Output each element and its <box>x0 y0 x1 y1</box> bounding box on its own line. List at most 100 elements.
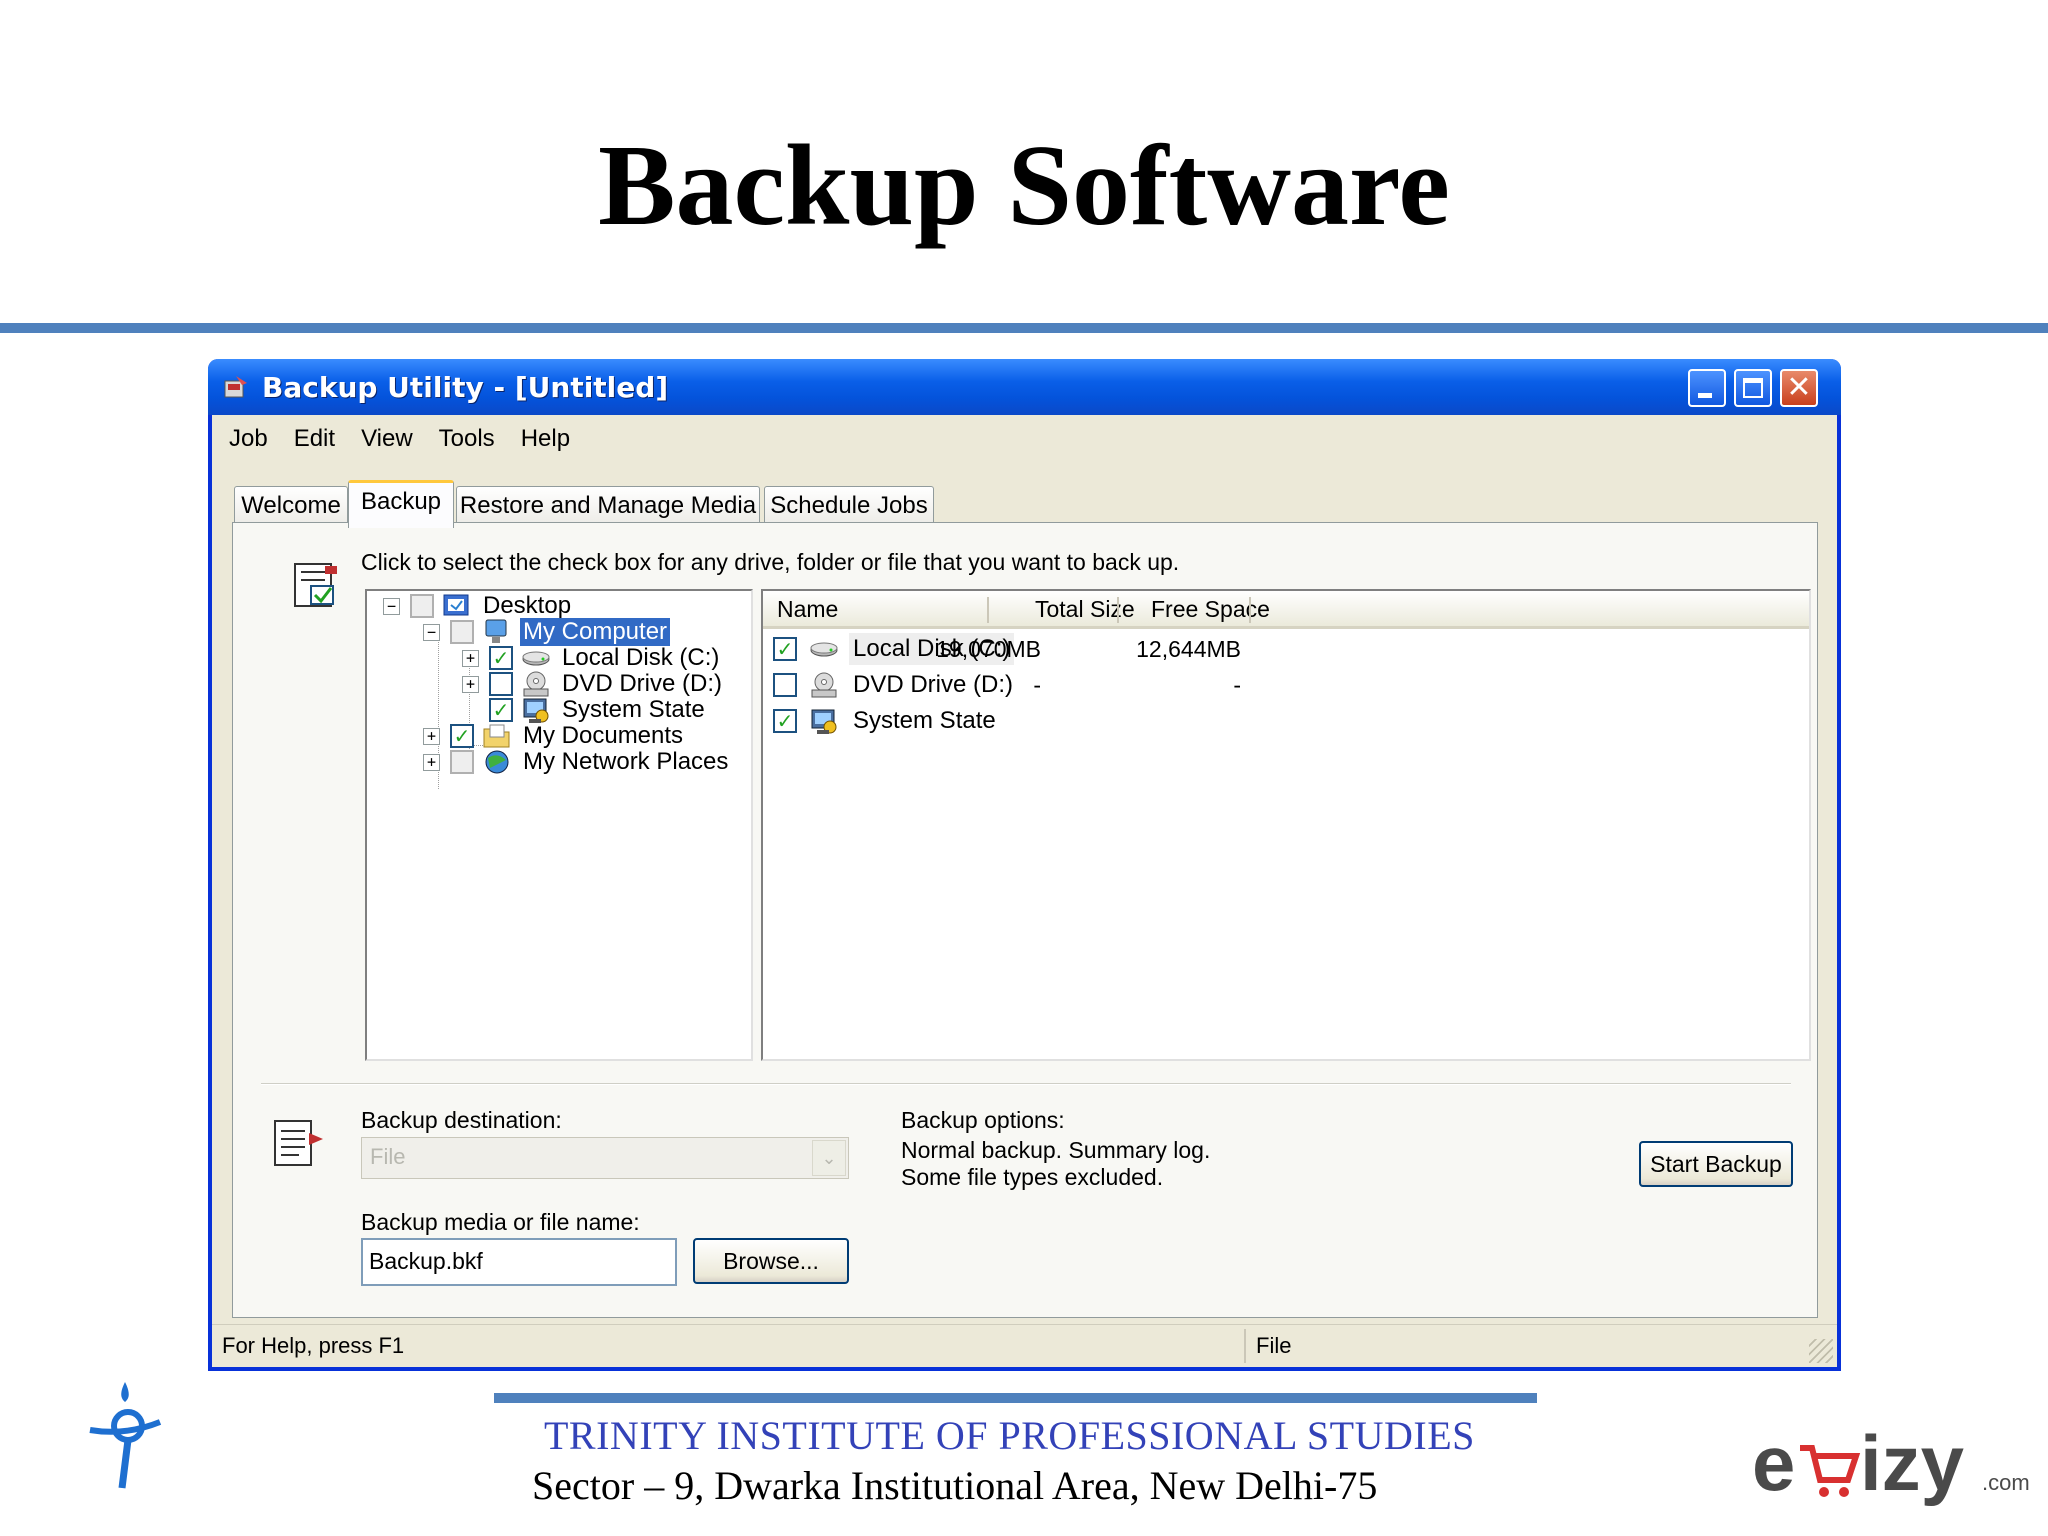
instructions-text: Click to select the check box for any dr… <box>361 549 1180 575</box>
expand-icon[interactable]: + <box>423 753 440 771</box>
list-free-space: 12,644MB <box>1136 636 1241 662</box>
ebizy-logo: e izy .com <box>1752 1419 2030 1507</box>
menu-help[interactable]: Help <box>511 421 580 457</box>
backup-utility-window: Backup Utility - [Untitled] ✕ Job Edit V… <box>208 359 1841 1371</box>
network-icon <box>485 750 509 774</box>
menu-tools[interactable]: Tools <box>429 421 505 457</box>
maximize-icon <box>1743 378 1763 398</box>
expand-icon[interactable]: + <box>462 675 479 693</box>
footer-address: Sector – 9, Dwarka Institutional Area, N… <box>532 1463 1378 1508</box>
institute-logo <box>89 1382 162 1489</box>
browse-button[interactable]: Browse... <box>693 1238 849 1284</box>
backup-media-file-input[interactable]: Backup.bkf <box>361 1238 677 1286</box>
tree-checkbox-desktop[interactable] <box>410 594 434 618</box>
dvd-drive-icon <box>523 671 549 697</box>
title-rule <box>0 323 2048 333</box>
list-checkbox[interactable]: ✓ <box>773 709 797 733</box>
expand-icon[interactable]: + <box>462 649 479 667</box>
status-divider <box>1244 1329 1246 1363</box>
title-bar[interactable]: Backup Utility - [Untitled] ✕ <box>208 359 1841 415</box>
system-state-icon <box>811 709 837 734</box>
list-checkbox[interactable]: ✓ <box>773 637 797 661</box>
maximize-button[interactable] <box>1734 369 1772 407</box>
tree-checkbox-dvd-drive[interactable] <box>489 672 513 696</box>
list-row[interactable]: ✓ Local Disk (C:) 19,070MB 12,644MB <box>773 633 1793 665</box>
tree-checkbox-my-computer[interactable] <box>450 620 474 644</box>
list-free-space: - <box>1233 672 1241 698</box>
list-total-size: - <box>1033 672 1041 698</box>
resize-grip-icon[interactable] <box>1809 1339 1833 1363</box>
column-divider[interactable] <box>987 597 989 623</box>
tree-checkbox-my-documents[interactable]: ✓ <box>450 724 474 748</box>
backup-tab-panel: Click to select the check box for any dr… <box>232 522 1818 1318</box>
backup-app-icon <box>224 376 247 398</box>
backup-destination-select[interactable]: File ⌄ <box>361 1137 849 1179</box>
column-divider[interactable] <box>1117 597 1119 623</box>
chevron-down-icon[interactable]: ⌄ <box>812 1140 846 1176</box>
close-icon: ✕ <box>1786 370 1812 405</box>
menu-edit[interactable]: Edit <box>284 421 345 457</box>
backup-destination-icon <box>274 1120 323 1166</box>
backup-options-summary: Normal backup. Summary log. <box>901 1137 1211 1163</box>
menu-job[interactable]: Job <box>212 421 278 457</box>
system-state-icon <box>523 698 549 723</box>
tree-label: My Network Places <box>523 748 729 775</box>
contents-list[interactable]: Name Total Size Free Space ✓ Local Disk … <box>761 589 1811 1061</box>
column-header-name[interactable]: Name <box>777 591 838 629</box>
minimize-icon <box>1698 393 1712 398</box>
folder-tree[interactable]: − Desktop − My Computer + ✓ Local Disk (… <box>365 589 753 1061</box>
column-divider[interactable] <box>1249 597 1251 623</box>
svg-text:e: e <box>1752 1419 1795 1507</box>
section-divider <box>261 1083 1791 1085</box>
list-total-size: 19,070MB <box>936 636 1041 662</box>
hard-disk-icon <box>522 651 550 666</box>
close-button[interactable]: ✕ <box>1780 369 1818 407</box>
tree-checkbox-my-network-places[interactable] <box>450 750 474 774</box>
list-row[interactable]: ✓ System State <box>773 705 1793 737</box>
collapse-icon[interactable]: − <box>423 623 440 641</box>
tree-label: Desktop <box>483 592 572 619</box>
tree-label: Local Disk (C:) <box>562 644 720 671</box>
computer-icon <box>485 619 507 643</box>
tab-schedule-jobs[interactable]: Schedule Jobs <box>764 486 934 526</box>
list-checkbox[interactable] <box>773 673 797 697</box>
backup-destination-label: Backup destination: <box>361 1107 562 1133</box>
expand-icon[interactable]: + <box>423 727 440 745</box>
svg-text:.com: .com <box>1982 1470 2030 1495</box>
tree-node-my-network-places[interactable]: + My Network Places <box>423 747 731 777</box>
slide-title: Backup Software <box>598 122 1450 250</box>
backup-options-label: Backup options: <box>901 1107 1065 1133</box>
backup-options-exclusions: Some file types excluded. <box>901 1164 1164 1190</box>
tree-checkbox-local-disk[interactable]: ✓ <box>489 646 513 670</box>
tree-label: My Documents <box>523 722 684 749</box>
tree-checkbox-system-state[interactable]: ✓ <box>489 698 513 722</box>
hard-disk-icon <box>810 642 838 657</box>
backup-media-label: Backup media or file name: <box>361 1209 640 1235</box>
list-row[interactable]: DVD Drive (D:) - - <box>773 669 1793 701</box>
column-header-free-space[interactable]: Free Space <box>1151 591 1270 629</box>
collapse-icon[interactable]: − <box>383 597 400 615</box>
minimize-button[interactable] <box>1688 369 1726 407</box>
menu-view[interactable]: View <box>351 421 423 457</box>
status-mode-text: File <box>1256 1333 1292 1358</box>
column-header-total-size[interactable]: Total Size <box>1035 591 1135 629</box>
tree-label: My Computer <box>520 618 671 646</box>
backup-destination-value: File <box>370 1144 406 1169</box>
desktop-icon <box>443 594 469 616</box>
status-bar: For Help, press F1 File <box>212 1324 1837 1367</box>
checklist-icon <box>294 563 337 607</box>
dvd-drive-icon <box>811 672 837 698</box>
footer-institute-name: TRINITY INSTITUTE OF PROFESSIONAL STUDIE… <box>544 1413 1475 1458</box>
folder-icon <box>483 724 510 748</box>
tree-label: System State <box>562 696 705 723</box>
tab-welcome[interactable]: Welcome <box>234 486 348 526</box>
list-header: Name Total Size Free Space <box>763 591 1809 629</box>
menu-bar: Job Edit View Tools Help <box>212 421 580 457</box>
start-backup-button[interactable]: Start Backup <box>1639 1141 1793 1187</box>
status-help-text: For Help, press F1 <box>222 1333 405 1358</box>
window-title: Backup Utility - [Untitled] <box>262 371 669 404</box>
tab-backup[interactable]: Backup <box>348 480 454 528</box>
list-name: System State <box>853 707 996 734</box>
tab-restore-manage-media[interactable]: Restore and Manage Media <box>456 486 760 526</box>
